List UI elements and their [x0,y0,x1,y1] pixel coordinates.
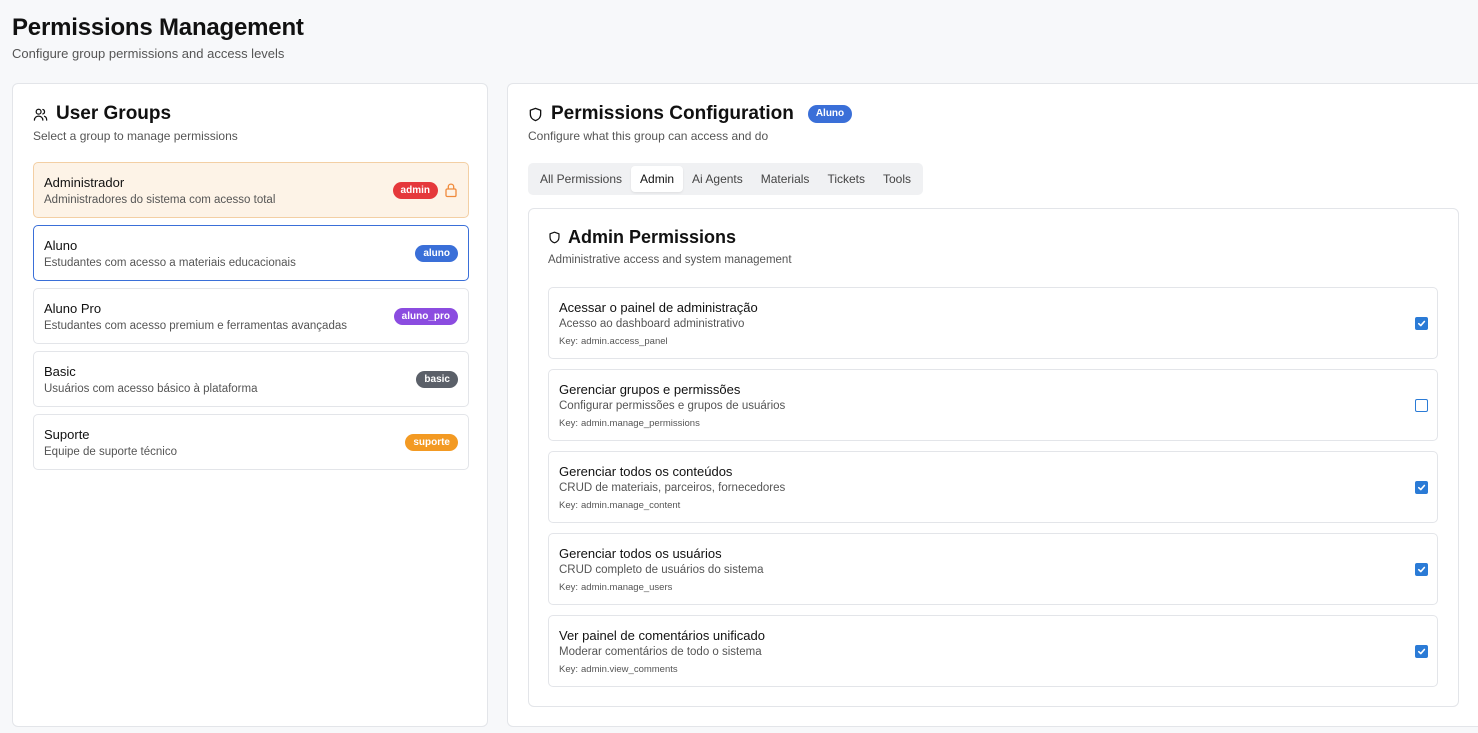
permission-title: Acessar o painel de administração [559,300,758,315]
permission-title: Gerenciar grupos e permissões [559,382,741,397]
permission-title: Gerenciar todos os usuários [559,546,722,561]
permission-checkbox[interactable] [1415,645,1428,658]
tab-all-permissions[interactable]: All Permissions [531,166,631,192]
group-card-basic[interactable]: Basic Usuários com acesso básico à plata… [33,351,469,407]
tab-tickets[interactable]: Tickets [818,166,874,192]
permission-row: Ver painel de comentários unificado Mode… [548,615,1438,687]
check-icon [1417,320,1426,327]
group-card-suporte[interactable]: Suporte Equipe de suporte técnico suport… [33,414,469,470]
users-icon [33,108,48,121]
group-card-aluno-pro[interactable]: Aluno Pro Estudantes com acesso premium … [33,288,469,344]
permission-key-label: Key: [559,582,579,593]
page-title: Permissions Management [12,14,304,41]
group-description: Equipe de suporte técnico [44,446,177,458]
check-icon [1417,566,1426,573]
permissions-config-title: Permissions Configuration [551,103,794,124]
shield-icon [529,107,542,121]
permission-key: Key: admin.manage_content [559,500,680,511]
user-groups-title: User Groups [56,103,172,124]
permission-key: Key: admin.manage_users [559,582,672,593]
group-description: Estudantes com acesso a materiais educac… [44,257,296,269]
permission-key-value: admin.manage_users [581,582,673,593]
group-name: Aluno Pro [44,301,102,316]
permission-title: Gerenciar todos os conteúdos [559,464,733,479]
group-badge: admin [392,182,438,199]
permission-checkbox[interactable] [1415,399,1428,412]
group-name: Basic [44,364,76,379]
permission-key: Key: admin.access_panel [559,336,668,347]
lock-icon [445,183,457,198]
group-badge: aluno [415,245,458,262]
tab-materials[interactable]: Materials [752,166,819,192]
tab-admin[interactable]: Admin [631,166,684,192]
permission-checkbox[interactable] [1415,317,1428,330]
group-badge: aluno_pro [393,308,458,325]
permission-key-value: admin.manage_permissions [581,418,700,429]
tab-tools[interactable]: Tools [874,166,920,192]
group-name: Aluno [44,238,78,253]
permission-key-value: admin.manage_content [581,500,681,511]
permission-checkbox[interactable] [1415,481,1428,494]
group-name: Suporte [44,427,90,442]
group-description: Estudantes com acesso premium e ferramen… [44,320,347,332]
shield-icon [549,231,560,244]
admin-permissions-heading: Admin Permissions [548,227,736,248]
permission-description: Moderar comentários de todo o sistema [559,646,762,658]
group-card-aluno[interactable]: Aluno Estudantes com acesso a materiais … [33,225,469,281]
permission-description: CRUD completo de usuários do sistema [559,564,764,576]
selected-group-badge: Aluno [807,105,853,123]
check-icon [1417,648,1426,655]
permissions-config-description: Configure what this group can access and… [528,129,769,143]
permission-description: Configurar permissões e grupos de usuári… [559,400,786,412]
permission-key-label: Key: [559,664,579,675]
permission-row: Gerenciar todos os conteúdos CRUD de mat… [548,451,1438,523]
permission-tabs: All Permissions Admin Ai Agents Material… [528,163,924,195]
permission-key-label: Key: [559,500,579,511]
page-subtitle: Configure group permissions and access l… [12,46,285,61]
user-groups-description: Select a group to manage permissions [33,129,238,143]
tab-ai-agents[interactable]: Ai Agents [683,166,752,192]
user-groups-panel: User Groups Select a group to manage per… [12,83,488,727]
group-name: Administrador [44,175,125,190]
permission-row: Acessar o painel de administração Acesso… [548,287,1438,359]
permission-description: Acesso ao dashboard administrativo [559,318,745,330]
permission-row: Gerenciar todos os usuários CRUD complet… [548,533,1438,605]
permissions-config-heading: Permissions Configuration Aluno [528,103,853,125]
permission-key: Key: admin.manage_permissions [559,418,700,429]
group-badge: basic [416,371,458,388]
check-icon [1417,484,1426,491]
group-card-administrador[interactable]: Administrador Administradores do sistema… [33,162,469,218]
user-groups-heading: User Groups [33,103,171,125]
permission-key-value: admin.access_panel [581,336,668,347]
permission-key-label: Key: [559,336,579,347]
permission-key: Key: admin.view_comments [559,664,678,675]
permission-row: Gerenciar grupos e permissões Configurar… [548,369,1438,441]
permissions-config-panel: Permissions Configuration Aluno Configur… [507,83,1478,727]
permission-key-label: Key: [559,418,579,429]
group-description: Usuários com acesso básico à plataforma [44,383,258,395]
group-description: Administradores do sistema com acesso to… [44,194,276,206]
permission-title: Ver painel de comentários unificado [559,628,765,643]
admin-permissions-card: Admin Permissions Administrative access … [528,208,1459,707]
permission-description: CRUD de materiais, parceiros, fornecedor… [559,482,786,494]
permission-checkbox[interactable] [1415,563,1428,576]
permission-key-value: admin.view_comments [581,664,678,675]
group-badge: suporte [405,434,458,451]
admin-permissions-description: Administrative access and system managem… [548,254,792,266]
admin-permissions-title: Admin Permissions [568,227,737,247]
